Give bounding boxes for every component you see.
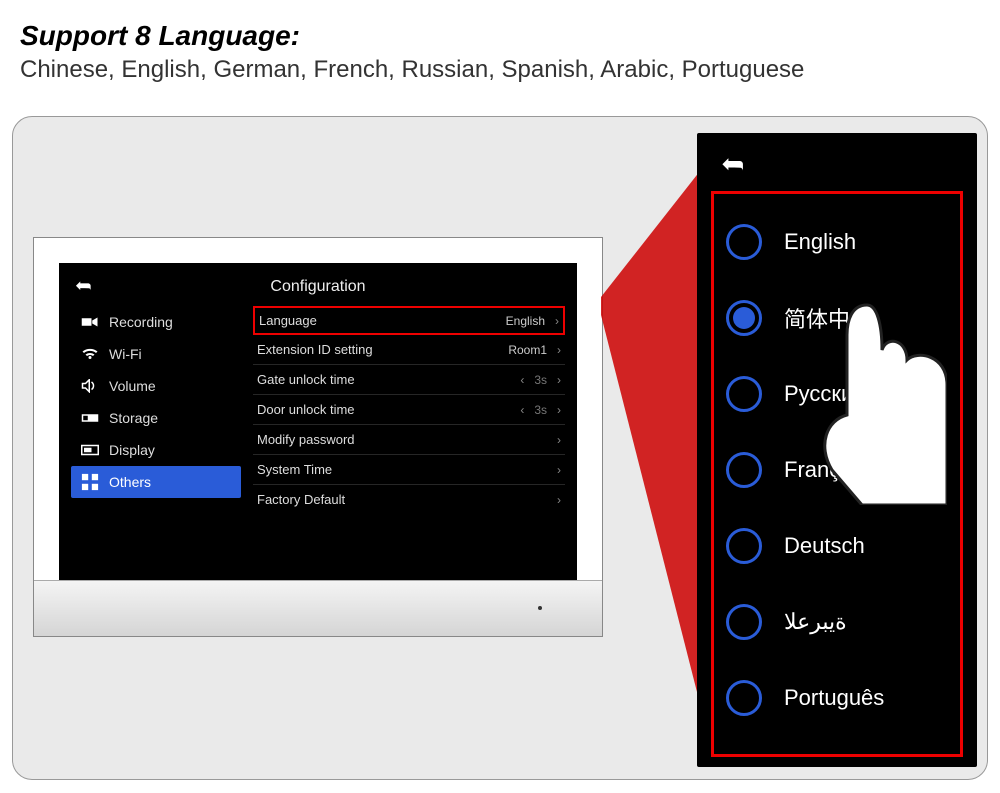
device-screen: ➦ Configuration Recording Wi-Fi [59, 263, 577, 581]
sidebar-item-wifi[interactable]: Wi-Fi [71, 338, 241, 370]
chevron-right-icon: › [557, 463, 561, 477]
row-value: English [506, 314, 545, 328]
chevron-right-icon[interactable]: › [557, 403, 561, 417]
language-label: Français [784, 457, 868, 483]
language-label: Português [784, 685, 884, 711]
row-password[interactable]: Modify password › [253, 425, 565, 455]
configuration-title: Configuration [71, 278, 565, 296]
device-mic [538, 606, 542, 610]
row-systemtime[interactable]: System Time › [253, 455, 565, 485]
language-list: English 简体中文 Русский Français Deutsch ةي… [711, 191, 963, 757]
row-value: 3s [534, 403, 547, 417]
language-label: ةيبرعلا [784, 609, 847, 635]
storage-icon [81, 411, 99, 425]
back-icon[interactable]: ➦ [721, 147, 744, 180]
page-subtitle: Chinese, English, German, French, Russia… [20, 56, 980, 84]
language-label: Deutsch [784, 533, 865, 559]
page-title: Support 8 Language: [20, 20, 980, 52]
sidebar-item-display[interactable]: Display [71, 434, 241, 466]
grid-icon [81, 475, 99, 489]
row-extension[interactable]: Extension ID setting Room1 › [253, 335, 565, 365]
wifi-icon [81, 347, 99, 361]
row-label: Door unlock time [257, 402, 355, 417]
display-icon [81, 443, 99, 457]
language-label: Русский [784, 381, 866, 407]
language-option-portuguese[interactable]: Português [726, 660, 948, 736]
radio-icon [726, 300, 762, 336]
row-language[interactable]: Language English › [253, 306, 565, 335]
language-option-english[interactable]: English [726, 204, 948, 280]
row-factory[interactable]: Factory Default › [253, 485, 565, 514]
chevron-right-icon[interactable]: › [557, 373, 561, 387]
chevron-right-icon: › [557, 343, 561, 357]
row-value: Room1 [508, 343, 547, 357]
chevron-right-icon: › [557, 433, 561, 447]
volume-icon [81, 379, 99, 393]
back-icon[interactable]: ➦ [75, 273, 92, 298]
row-value: 3s [534, 373, 547, 387]
row-label: Language [259, 313, 317, 328]
row-gate[interactable]: Gate unlock time ‹ 3s › [253, 365, 565, 395]
sidebar-item-volume[interactable]: Volume [71, 370, 241, 402]
sidebar-item-label: Storage [109, 410, 158, 426]
sidebar: Recording Wi-Fi Volume [71, 306, 241, 556]
language-label: 简体中文 [784, 302, 872, 334]
language-option-arabic[interactable]: ةيبرعلا [726, 584, 948, 660]
language-option-russian[interactable]: Русский [726, 356, 948, 432]
radio-icon [726, 680, 762, 716]
language-panel: ➦ English 简体中文 Русский Français Deutsch [697, 133, 977, 767]
language-label: English [784, 229, 856, 255]
row-label: Modify password [257, 432, 355, 447]
sidebar-item-recording[interactable]: Recording [71, 306, 241, 338]
radio-icon [726, 604, 762, 640]
row-label: Extension ID setting [257, 342, 373, 357]
radio-icon [726, 452, 762, 488]
product-frame: ➦ Configuration Recording Wi-Fi [12, 116, 988, 780]
sidebar-item-label: Display [109, 442, 155, 458]
row-label: System Time [257, 462, 332, 477]
radio-icon [726, 224, 762, 260]
language-option-french[interactable]: Français [726, 432, 948, 508]
sidebar-item-label: Volume [109, 378, 156, 394]
sidebar-item-others[interactable]: Others [71, 466, 241, 498]
sidebar-item-label: Wi-Fi [109, 346, 142, 362]
chevron-right-icon: › [557, 493, 561, 507]
camera-icon [81, 315, 99, 329]
device-bezel [34, 580, 602, 636]
chevron-right-icon: › [555, 314, 559, 328]
chevron-left-icon[interactable]: ‹ [520, 373, 524, 387]
sidebar-item-storage[interactable]: Storage [71, 402, 241, 434]
device: ➦ Configuration Recording Wi-Fi [33, 237, 603, 637]
settings-list: Language English › Extension ID setting … [241, 306, 565, 556]
language-option-german[interactable]: Deutsch [726, 508, 948, 584]
callout-wedge [601, 157, 711, 747]
row-door[interactable]: Door unlock time ‹ 3s › [253, 395, 565, 425]
chevron-left-icon[interactable]: ‹ [520, 403, 524, 417]
language-option-chinese[interactable]: 简体中文 [726, 280, 948, 356]
row-label: Factory Default [257, 492, 345, 507]
row-label: Gate unlock time [257, 372, 355, 387]
sidebar-item-label: Others [109, 474, 151, 490]
sidebar-item-label: Recording [109, 314, 173, 330]
radio-icon [726, 528, 762, 564]
radio-icon [726, 376, 762, 412]
